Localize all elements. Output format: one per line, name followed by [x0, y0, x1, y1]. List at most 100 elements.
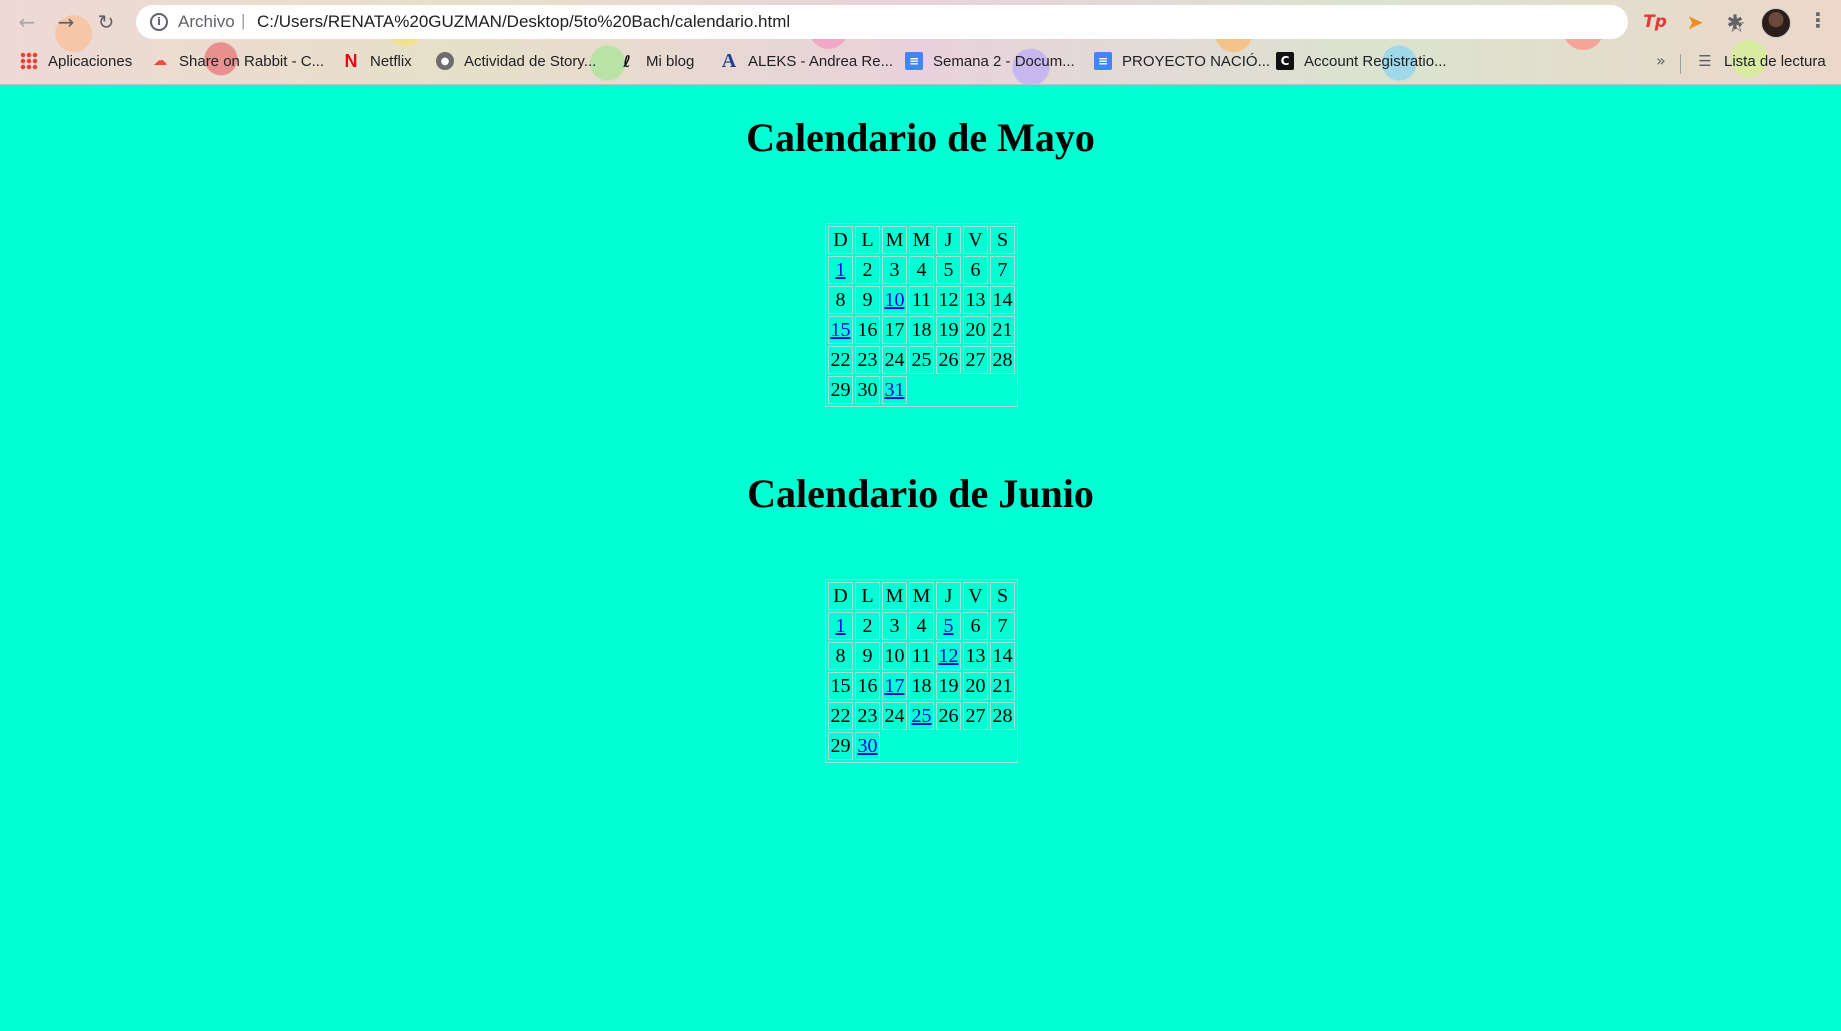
calendar-day-cell: 1: [828, 612, 853, 640]
weekday-header: S: [990, 582, 1015, 610]
calendar-empty-cell: [936, 376, 961, 404]
calendar-day-cell: 12: [936, 642, 961, 670]
calendar-header-row: DLMMJVS: [828, 226, 1015, 254]
calendar-day-cell: 22: [828, 346, 853, 374]
bookmark-label: Mi blog: [646, 52, 695, 70]
weekday-header: D: [828, 582, 853, 610]
calendar-day-cell: 19: [936, 672, 961, 700]
address-bar[interactable]: i Archivo | C:/Users/RENATA%20GUZMAN/Des…: [136, 5, 1746, 39]
bookmark-label: PROYECTO NACIÓ...: [1122, 52, 1271, 70]
bookmark-label: Semana 2 - Docum...: [933, 52, 1075, 70]
bookmark-aleks[interactable]: A ALEKS - Andrea Re...: [720, 49, 894, 72]
weekday-header: J: [936, 226, 961, 254]
bookmark-account-registration[interactable]: C Account Registratio...: [1276, 52, 1447, 70]
bookmark-proyecto-nacional[interactable]: ≡ PROYECTO NACIÓ...: [1094, 52, 1270, 70]
calendar-day-cell: 21: [990, 316, 1015, 344]
calendar-day-cell: 7: [990, 612, 1015, 640]
weekday-header: V: [963, 226, 988, 254]
calendar-day-cell: 20: [963, 672, 988, 700]
calendar-day-link[interactable]: 12: [939, 645, 959, 667]
calendar-day-cell: 16: [855, 316, 880, 344]
calendar-day-cell: 3: [882, 612, 907, 640]
calendar-day-cell: 19: [936, 316, 961, 344]
bookmark-label: Account Registratio...: [1304, 52, 1447, 70]
weekday-header: M: [882, 582, 907, 610]
more-vert-icon[interactable]: ⋮: [1808, 8, 1828, 32]
calendar-day-link[interactable]: 31: [885, 379, 905, 401]
calendar-day-cell: 15: [828, 672, 853, 700]
back-button[interactable]: ←: [13, 8, 41, 36]
calendar-header-row: DLMMJVS: [828, 582, 1015, 610]
bookmark-netflix[interactable]: N Netflix: [342, 50, 412, 71]
netflix-icon: N: [344, 50, 358, 71]
calendar-day-cell: 25: [909, 702, 934, 730]
calendar-day-cell: 18: [909, 316, 934, 344]
calendar-week-row: 29 30 31: [828, 376, 1015, 404]
calendar-day-cell: 14: [990, 286, 1015, 314]
calendar-day-cell: 8: [828, 642, 853, 670]
calendar-day-cell: 22: [828, 702, 853, 730]
calendar-day-link[interactable]: 25: [912, 705, 932, 727]
calendar-day-link[interactable]: 10: [885, 289, 905, 311]
bookmark-semana-2[interactable]: ≡ Semana 2 - Docum...: [905, 52, 1075, 70]
reading-list-icon: ☰: [1698, 52, 1712, 70]
calendar-day-link[interactable]: 5: [944, 615, 954, 637]
calendar-day-cell: 31: [882, 376, 907, 404]
calendar-day-cell: 30: [855, 732, 880, 760]
weekday-header: L: [855, 226, 880, 254]
info-icon[interactable]: i: [150, 13, 168, 31]
calendar-week-row: 22 23 24 25 26 27 28: [828, 702, 1015, 730]
bookmarks-overflow-button[interactable]: »: [1656, 51, 1666, 70]
bookmark-label: Netflix: [370, 52, 412, 70]
reload-button[interactable]: ↻: [92, 8, 120, 36]
calendar-day-cell: 10: [882, 642, 907, 670]
bookmark-share-on-rabbit[interactable]: ☁ Share on Rabbit - C...: [151, 52, 324, 70]
weekday-header: L: [855, 582, 880, 610]
calendar-day-cell: 4: [909, 256, 934, 284]
calendar-title-june: Calendario de Junio: [747, 471, 1094, 516]
calendar-day-cell: 12: [936, 286, 961, 314]
calendar-week-row: 8 9 10 11 12 13 14: [828, 286, 1015, 314]
calendar-day-cell: 3: [882, 256, 907, 284]
aleks-icon: A: [721, 49, 737, 72]
bookmark-aplicaciones[interactable]: Aplicaciones: [20, 52, 132, 70]
docs-icon: ≡: [1094, 52, 1112, 70]
browser-chrome: ← → ↻ i Archivo | C:/Users/RENATA%20GUZM…: [0, 0, 1841, 85]
calendar-day-cell: 29: [828, 732, 853, 760]
globe-icon: ●: [436, 52, 454, 70]
calendar-day-link[interactable]: 30: [858, 735, 878, 757]
bookmark-label: Share on Rabbit - C...: [179, 52, 325, 70]
puzzle-icon[interactable]: ✱: [1722, 9, 1748, 35]
calendar-day-cell: 9: [855, 286, 880, 314]
calendar-day-link[interactable]: 1: [836, 259, 846, 281]
calendar-day-link[interactable]: 15: [831, 319, 851, 341]
tp-extension-icon[interactable]: Tp: [1642, 9, 1668, 35]
mango-extension-icon[interactable]: ➤: [1682, 9, 1708, 35]
calendar-day-cell: 26: [936, 346, 961, 374]
bookmark-mi-blog[interactable]: ℓ Mi blog: [618, 52, 695, 71]
calendar-day-cell: 26: [936, 702, 961, 730]
avatar[interactable]: [1761, 8, 1791, 38]
docs-icon: ≡: [905, 52, 923, 70]
weekday-header: M: [909, 582, 934, 610]
calendar-day-link[interactable]: 1: [836, 615, 846, 637]
calendar-day-cell: 2: [855, 612, 880, 640]
calendar-empty-cell: [990, 732, 1015, 760]
calendar-day-link[interactable]: 17: [885, 675, 905, 697]
bookmark-label: ALEKS - Andrea Re...: [748, 52, 894, 70]
url-text[interactable]: C:/Users/RENATA%20GUZMAN/Desktop/5to%20B…: [257, 12, 790, 32]
calendar-day-cell: 28: [990, 346, 1015, 374]
weekday-header: M: [882, 226, 907, 254]
reading-list-button[interactable]: ☰ Lista de lectura: [1696, 52, 1825, 70]
calendar-day-cell: 4: [909, 612, 934, 640]
calendar-empty-cell: [909, 732, 934, 760]
bookmark-actividad-de-story[interactable]: ● Actividad de Story...: [436, 52, 596, 70]
calendar-day-cell: 11: [909, 286, 934, 314]
calendar-day-cell: 5: [936, 612, 961, 640]
weekday-header: V: [963, 582, 988, 610]
calendar-week-row: 29 30: [828, 732, 1015, 760]
calendar-day-cell: 1: [828, 256, 853, 284]
bookmarks-divider: [1680, 54, 1681, 74]
rabbit-icon: ☁: [153, 53, 167, 69]
forward-button[interactable]: →: [52, 8, 80, 36]
